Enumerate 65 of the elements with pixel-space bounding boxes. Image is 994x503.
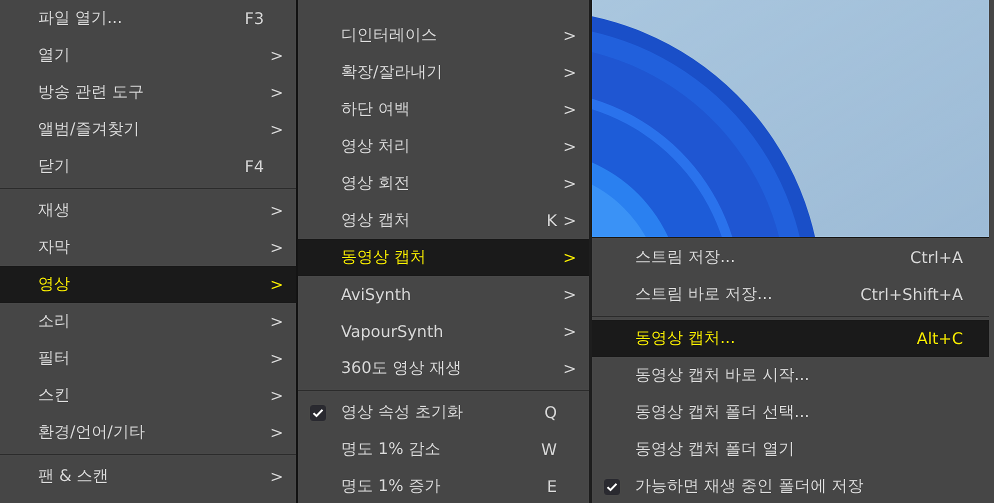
menu-item[interactable]: 동영상 캡처... Alt+C [592,320,989,357]
submenu-arrow: > [562,322,578,341]
submenu-arrow: > [269,83,284,102]
menu-item[interactable]: 동영상 캡처 > [298,239,589,276]
submenu-arrow: > [562,63,578,82]
menu-item[interactable]: 파일 열기... F3 [0,0,296,37]
menu-item[interactable]: 디인터레이스 > [298,17,589,54]
menu-item[interactable]: 영상 > [0,266,296,303]
submenu-arrow: > [269,349,284,368]
menu-item[interactable]: 영상 캡처 K > [298,202,589,239]
submenu-arrow: > [562,137,578,156]
menu-item[interactable]: 가능하면 재생 중인 폴더에 저장 [592,468,989,503]
menu-item[interactable]: AviSynth > [298,276,589,313]
menu-item[interactable]: 방송 관련 도구 > [0,74,296,111]
submenu-arrow: > [269,120,284,139]
menu-item[interactable]: 환경/언어/기타 > [0,414,296,451]
shortcut-label: F4 [244,157,265,176]
menu-item[interactable]: VapourSynth > [298,313,589,350]
submenu-arrow: > [562,248,578,267]
menu-item[interactable]: 열기 > [0,37,296,74]
submenu-arrow: > [269,238,284,257]
submenu-arrow: > [269,423,284,442]
menu-item[interactable]: 스트림 바로 저장... Ctrl+Shift+A [592,276,989,313]
menu-item[interactable]: 명도 1% 증가 E [298,468,589,503]
submenu-arrow: > [562,359,578,378]
submenu-arrow: > [562,211,578,230]
submenu-arrow: > [562,100,578,119]
menu-item[interactable]: 명도 1% 감소 W [298,431,589,468]
menu-item[interactable]: 동영상 캡처 폴더 선택... [592,394,989,431]
submenu-arrow: > [562,174,578,193]
submenu-arrow: > [269,201,284,220]
checkbox[interactable] [310,404,326,420]
shortcut-label: E [546,477,558,496]
menu-item[interactable]: 닫기 F4 [0,148,296,185]
submenu-arrow: > [562,285,578,304]
shortcut-label: F3 [244,9,265,28]
menu-item[interactable]: 앨범/즐겨찾기 > [0,111,296,148]
menu-item[interactable]: 확장/잘라내기 > [298,54,589,91]
shortcut-label: K [546,211,558,230]
menu-item[interactable]: 360도 영상 재생 > [298,350,589,387]
menu-item[interactable]: 하단 여백 > [298,91,589,128]
menu-item[interactable]: 동영상 캡처 바로 시작... [592,357,989,394]
shortcut-label: Ctrl+A [910,248,964,267]
submenu-arrow: > [269,275,284,294]
shortcut-label: Alt+C [916,329,964,348]
menu-item[interactable]: 소리 > [0,303,296,340]
menu-item[interactable]: 영상 회전 > [298,165,589,202]
menu-item[interactable]: 자막 > [0,229,296,266]
shortcut-label: Ctrl+Shift+A [860,285,964,304]
menu-item[interactable]: 재생 > [0,192,296,229]
menu-item[interactable]: 필터 > [0,340,296,377]
menu-item[interactable]: 영상 처리 > [298,128,589,165]
menu-item[interactable]: 팬 & 스캔 > [0,458,296,495]
submenu-arrow: > [269,312,284,331]
submenu-arrow: > [269,467,284,486]
submenu-arrow: > [269,386,284,405]
menu-item[interactable]: 동영상 캡처 폴더 열기 [592,431,989,468]
shortcut-label: W [541,440,558,459]
submenu-arrow: > [269,46,284,65]
checkbox[interactable] [604,478,620,494]
menu-item[interactable]: 스트림 저장... Ctrl+A [592,239,989,276]
submenu-arrow: > [562,26,578,45]
shortcut-label: Q [544,403,558,422]
menu-item[interactable]: 영상 속성 초기화 Q [298,394,589,431]
menu-item[interactable]: 스킨 > [0,377,296,414]
